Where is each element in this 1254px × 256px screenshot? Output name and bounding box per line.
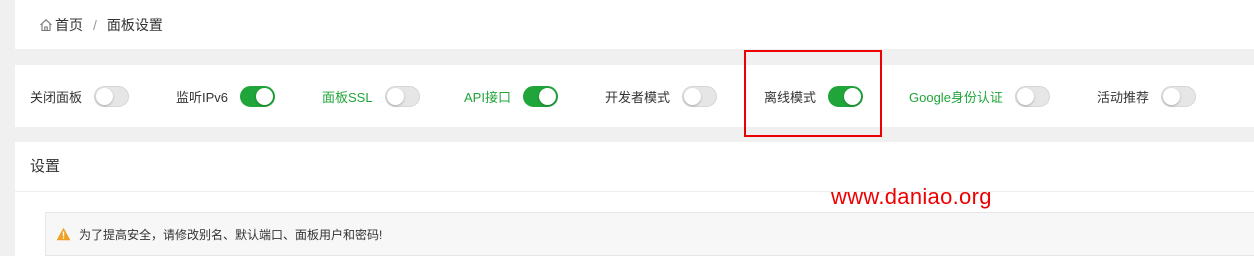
warning-notice: 为了提高安全，请修改别名、默认端口、面板用户和密码! bbox=[45, 212, 1254, 256]
panel-ssl-switch[interactable] bbox=[384, 85, 420, 107]
toggle-label[interactable]: 面板SSL bbox=[322, 87, 373, 106]
toggle-developer-mode: 开发者模式 bbox=[605, 65, 718, 127]
listen-ipv6-switch[interactable] bbox=[240, 85, 276, 107]
toggle-label[interactable]: API接口 bbox=[464, 87, 511, 106]
breadcrumb-home-link[interactable]: 首页 bbox=[55, 15, 83, 35]
toggle-listen-ipv6: 监听IPv6 bbox=[176, 65, 276, 127]
switch-knob bbox=[538, 87, 556, 105]
toggle-bar: 关闭面板 监听IPv6 面板SSL API接口 开发者模式 离线模式 Googl… bbox=[15, 65, 1254, 127]
offline-mode-switch[interactable] bbox=[828, 85, 864, 107]
api-switch[interactable] bbox=[522, 85, 558, 107]
panel-settings-page: 首页 / 面板设置 关闭面板 监听IPv6 面板SSL API接口 开发者模式 … bbox=[0, 0, 1254, 256]
breadcrumb-separator: / bbox=[93, 16, 97, 33]
warning-icon bbox=[56, 227, 71, 241]
toggle-label[interactable]: Google身份认证 bbox=[909, 87, 1003, 106]
toggle-label: 监听IPv6 bbox=[176, 89, 229, 105]
watermark: www.daniao.org bbox=[831, 184, 992, 209]
home-icon[interactable] bbox=[39, 18, 53, 32]
toggle-label: 开发者模式 bbox=[605, 89, 671, 105]
toggle-offline-mode: 离线模式 bbox=[764, 65, 864, 127]
warning-text: 为了提高安全，请修改别名、默认端口、面板用户和密码! bbox=[79, 227, 383, 242]
toggle-label: 关闭面板 bbox=[30, 89, 83, 105]
breadcrumb: 首页 / 面板设置 bbox=[15, 0, 1254, 49]
settings-panel: 设置 为了提高安全，请修改别名、默认端口、面板用户和密码! bbox=[15, 142, 1254, 256]
toggle-api: API接口 bbox=[464, 65, 558, 127]
activity-recommend-switch[interactable] bbox=[1161, 85, 1197, 107]
switch-knob bbox=[844, 87, 862, 105]
toggle-activity-recommend: 活动推荐 bbox=[1097, 65, 1197, 127]
toggle-google-auth: Google身份认证 bbox=[909, 65, 1050, 127]
close-panel-switch[interactable] bbox=[94, 85, 130, 107]
developer-mode-switch[interactable] bbox=[682, 85, 718, 107]
toggle-close-panel: 关闭面板 bbox=[30, 65, 130, 127]
divider bbox=[15, 191, 1254, 192]
toggle-label: 离线模式 bbox=[764, 89, 817, 105]
switch-knob bbox=[256, 87, 274, 105]
toggle-panel-ssl: 面板SSL bbox=[322, 65, 420, 127]
switch-knob bbox=[386, 87, 404, 105]
google-auth-switch[interactable] bbox=[1014, 85, 1050, 107]
switch-knob bbox=[1163, 87, 1181, 105]
breadcrumb-current: 面板设置 bbox=[106, 16, 163, 33]
toggle-label: 活动推荐 bbox=[1097, 89, 1150, 105]
switch-knob bbox=[1016, 87, 1034, 105]
switch-knob bbox=[96, 87, 114, 105]
switch-knob bbox=[684, 87, 702, 105]
settings-title: 设置 bbox=[30, 158, 61, 175]
